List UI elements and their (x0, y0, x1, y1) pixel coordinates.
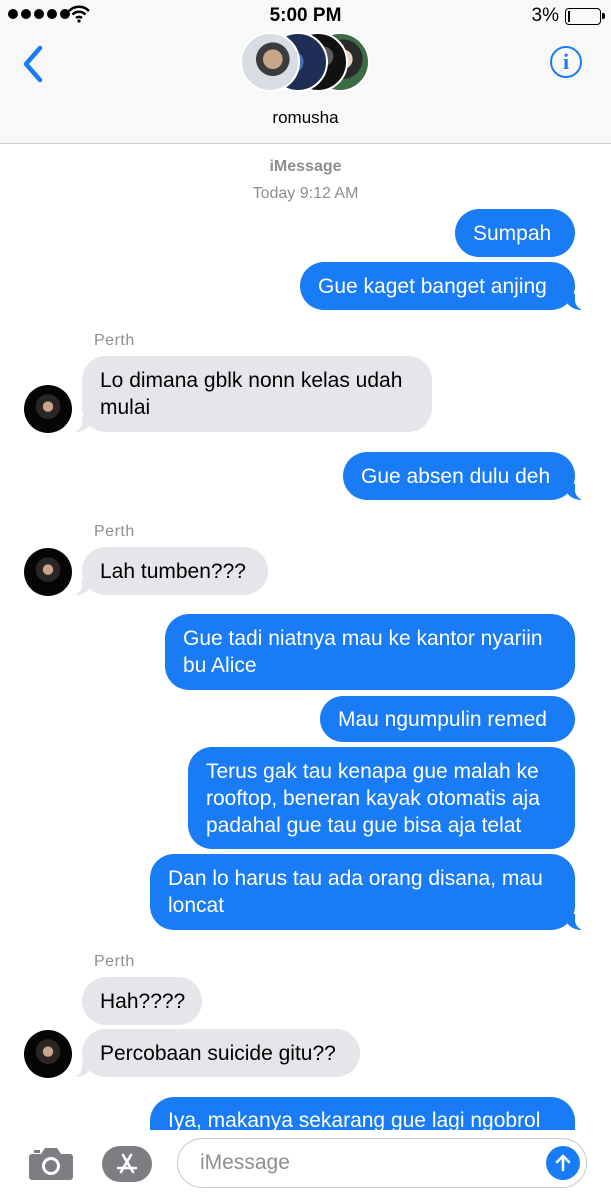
camera-icon (29, 1148, 73, 1180)
message-input[interactable]: iMessage (177, 1138, 587, 1188)
camera-button[interactable] (28, 1144, 74, 1187)
send-arrow-icon (555, 1154, 571, 1172)
timestamp: Today 9:12 AM (252, 185, 359, 202)
sender-name: Perth (94, 332, 135, 349)
message-bubble-incoming[interactable]: Hah???? (82, 977, 202, 1025)
message-bubble-outgoing[interactable]: Sumpah (455, 209, 575, 257)
chevron-left-icon (23, 45, 43, 83)
status-time: 5:00 PM (269, 5, 342, 26)
app-store-icon (116, 1153, 138, 1174)
message-bubble-outgoing[interactable]: Dan lo harus tau ada orang disana, mau l… (150, 854, 585, 930)
avatar (240, 32, 300, 92)
battery-icon (565, 8, 605, 25)
info-button[interactable]: i (550, 46, 582, 78)
message-input-placeholder: iMessage (200, 1151, 290, 1174)
message-bubble-incoming[interactable]: Lah tumben??? (72, 547, 268, 595)
service-label: iMessage (269, 158, 342, 175)
message-bubble-outgoing[interactable]: Gue absen dulu deh (343, 452, 585, 500)
group-name[interactable]: romusha (0, 108, 611, 128)
message-bubble-incoming[interactable]: Percobaan suicide gitu?? (72, 1029, 360, 1077)
message-bubble-outgoing[interactable]: Mau ngumpulin remed (320, 696, 575, 742)
status-bar: 5:00 PM 3% (0, 0, 611, 30)
sender-name: Perth (94, 523, 135, 540)
send-button[interactable] (546, 1146, 580, 1180)
message-bubble-outgoing[interactable]: Gue tadi niatnya mau ke kantor nyariin b… (165, 614, 575, 690)
app-store-button[interactable] (102, 1146, 152, 1182)
avatar[interactable] (24, 548, 72, 596)
group-avatars[interactable] (240, 32, 375, 96)
back-button[interactable] (18, 42, 48, 91)
message-bubble-outgoing[interactable]: Terus gak tau kenapa gue malah ke roofto… (188, 747, 575, 849)
info-icon: i (562, 49, 570, 74)
avatar[interactable] (24, 1030, 72, 1078)
battery-percent: 3% (531, 5, 559, 26)
sender-name: Perth (94, 953, 135, 970)
message-bubble-incoming[interactable]: Lo dimana gblk nonn kelas udah mulai (72, 356, 432, 432)
avatar[interactable] (24, 385, 72, 433)
message-bubble-outgoing[interactable]: Gue kaget banget anjing (300, 262, 585, 310)
compose-bar: iMessage (0, 1130, 611, 1200)
